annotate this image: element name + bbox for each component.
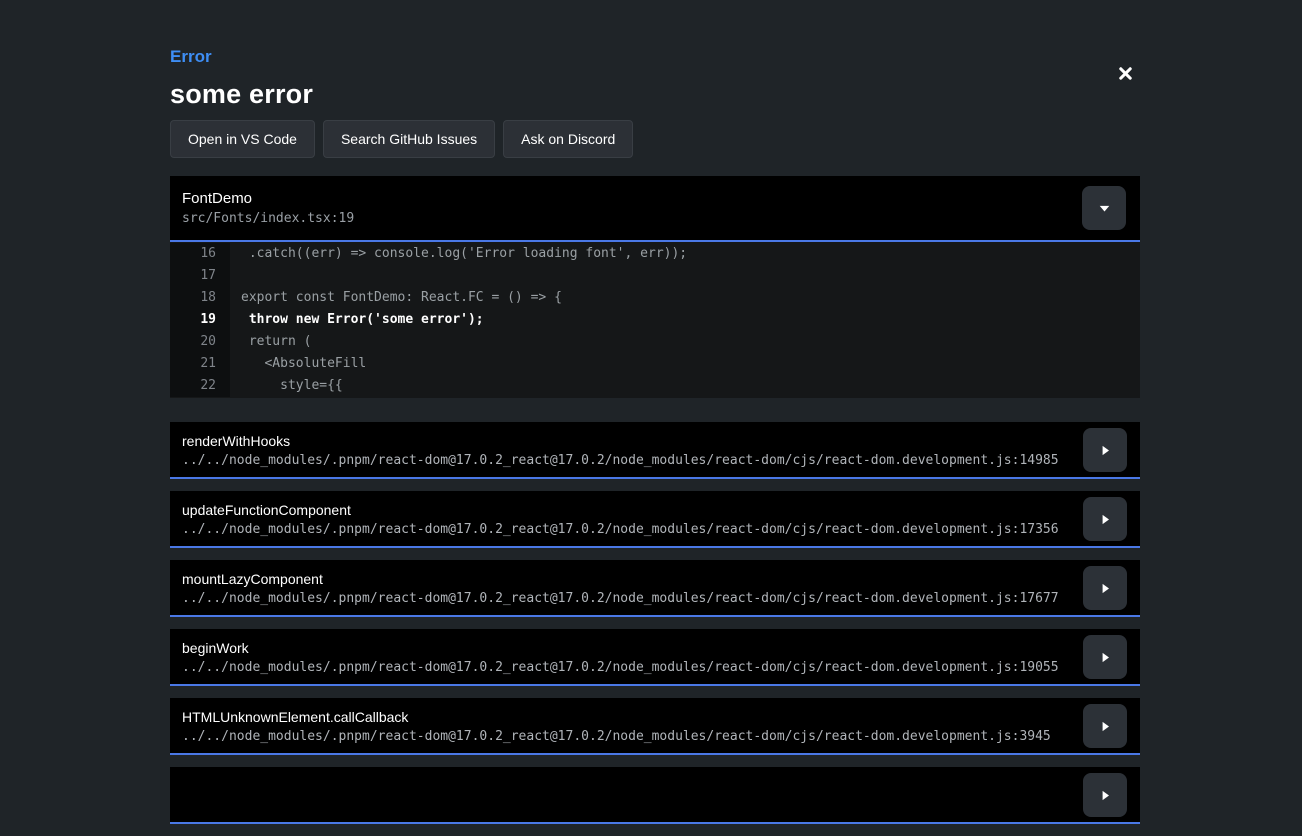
stack-frame-path: ../../node_modules/.pnpm/react-dom@17.0.… bbox=[182, 729, 1128, 745]
code-frame: 16 .catch((err) => console.log('Error lo… bbox=[170, 242, 1140, 398]
line-content: throw new Error('some error'); bbox=[230, 309, 484, 331]
line-content: .catch((err) => console.log('Error loadi… bbox=[230, 243, 687, 265]
line-content: return ( bbox=[230, 331, 311, 353]
stack-frame-function: updateFunctionComponent bbox=[182, 500, 1128, 520]
stack-frame-path: ../../node_modules/.pnpm/react-dom@17.0.… bbox=[182, 591, 1128, 607]
source-frame-title: FontDemo bbox=[182, 189, 354, 208]
line-number: 21 bbox=[170, 353, 230, 375]
expand-frame-button[interactable] bbox=[1083, 773, 1127, 817]
error-overlay: Error some error Open in VS Code Search … bbox=[170, 0, 1140, 836]
play-icon bbox=[1099, 513, 1111, 526]
stack-frame-function: beginWork bbox=[182, 638, 1128, 658]
stack-frame-row[interactable]: HTMLUnknownElement.callCallback ../../no… bbox=[170, 698, 1140, 755]
expand-frame-button[interactable] bbox=[1083, 566, 1127, 610]
stack-frame-function: renderWithHooks bbox=[182, 431, 1128, 451]
stack-frame-row[interactable]: updateFunctionComponent ../../node_modul… bbox=[170, 491, 1140, 548]
stack-frame-row[interactable]: renderWithHooks ../../node_modules/.pnpm… bbox=[170, 422, 1140, 479]
line-number: 19 bbox=[170, 309, 230, 331]
source-frame-titles: FontDemo src/Fonts/index.tsx:19 bbox=[182, 189, 354, 227]
error-type-label: Error bbox=[170, 48, 1140, 65]
play-icon bbox=[1099, 444, 1111, 457]
line-number: 22 bbox=[170, 375, 230, 397]
stack-trace-list: renderWithHooks ../../node_modules/.pnpm… bbox=[170, 422, 1140, 824]
stack-frame-path: ../../node_modules/.pnpm/react-dom@17.0.… bbox=[182, 660, 1128, 676]
collapse-frame-button[interactable] bbox=[1082, 186, 1126, 230]
open-in-vscode-button[interactable]: Open in VS Code bbox=[170, 120, 315, 158]
line-content bbox=[230, 265, 241, 287]
expand-frame-button[interactable] bbox=[1083, 428, 1127, 472]
expand-frame-button[interactable] bbox=[1083, 497, 1127, 541]
play-icon bbox=[1099, 582, 1111, 595]
code-line: 22 style={{ bbox=[170, 375, 1140, 397]
line-content: export const FontDemo: React.FC = () => … bbox=[230, 287, 562, 309]
error-message-title: some error bbox=[170, 81, 1140, 108]
source-frame-header: FontDemo src/Fonts/index.tsx:19 bbox=[170, 176, 1140, 242]
expand-frame-button[interactable] bbox=[1083, 704, 1127, 748]
line-content: <AbsoluteFill bbox=[230, 353, 366, 375]
stack-frame-path: ../../node_modules/.pnpm/react-dom@17.0.… bbox=[182, 522, 1128, 538]
stack-frame-function: HTMLUnknownElement.callCallback bbox=[182, 707, 1128, 727]
source-frame-card: FontDemo src/Fonts/index.tsx:19 16 .catc… bbox=[170, 176, 1140, 398]
ask-on-discord-button[interactable]: Ask on Discord bbox=[503, 120, 633, 158]
code-line: 18 export const FontDemo: React.FC = () … bbox=[170, 287, 1140, 309]
code-line: 21 <AbsoluteFill bbox=[170, 353, 1140, 375]
source-frame-path: src/Fonts/index.tsx:19 bbox=[182, 211, 354, 227]
expand-frame-button[interactable] bbox=[1083, 635, 1127, 679]
line-number: 20 bbox=[170, 331, 230, 353]
code-line: 16 .catch((err) => console.log('Error lo… bbox=[170, 243, 1140, 265]
play-icon bbox=[1099, 789, 1111, 802]
play-icon bbox=[1099, 720, 1111, 733]
action-buttons-row: Open in VS Code Search GitHub Issues Ask… bbox=[170, 120, 1140, 158]
play-icon bbox=[1099, 651, 1111, 664]
stack-frame-path: ../../node_modules/.pnpm/react-dom@17.0.… bbox=[182, 453, 1128, 469]
line-number: 18 bbox=[170, 287, 230, 309]
stack-frame-row[interactable]: mountLazyComponent ../../node_modules/.p… bbox=[170, 560, 1140, 617]
code-line: 19 throw new Error('some error'); bbox=[170, 309, 1140, 331]
line-number: 16 bbox=[170, 243, 230, 265]
code-line: 17 bbox=[170, 265, 1140, 287]
stack-frame-function: mountLazyComponent bbox=[182, 569, 1128, 589]
search-github-issues-button[interactable]: Search GitHub Issues bbox=[323, 120, 495, 158]
line-content: style={{ bbox=[230, 375, 343, 397]
line-number: 17 bbox=[170, 265, 230, 287]
stack-frame-row[interactable]: beginWork ../../node_modules/.pnpm/react… bbox=[170, 629, 1140, 686]
code-line: 20 return ( bbox=[170, 331, 1140, 353]
triangle-down-icon bbox=[1098, 202, 1111, 215]
